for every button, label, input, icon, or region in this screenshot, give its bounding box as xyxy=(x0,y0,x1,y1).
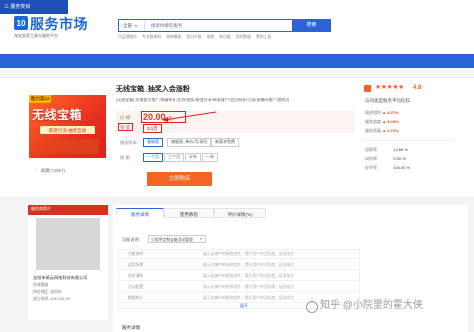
product-description: [无线宝箱] 店铺首页推广/收藏有礼/签到/抽奖/裂变分享/新老客户/会员粉丝/… xyxy=(116,98,290,102)
stat-row: 退款率: 12.66 % xyxy=(365,147,408,152)
price-label: 价 格: xyxy=(120,115,132,120)
sales-label-highlight-box xyxy=(118,123,133,131)
favorite-label: 收藏(72067) xyxy=(40,168,65,173)
logo-icon[interactable]: 10 xyxy=(14,16,28,30)
rating-row: 服务质量 ▲ 2.72% xyxy=(365,128,399,133)
table-row: 适用场景 展示店铺中的装修组件，提升用户的活跃度，促进成交 xyxy=(118,260,360,270)
buy-now-button[interactable]: 立即购买 xyxy=(147,172,212,186)
nav-item-photography[interactable]: 摄影市场 xyxy=(298,0,318,14)
shop-contact-link[interactable]: 在线客服 xyxy=(33,283,48,288)
shop-founded: 成立时间: 2012-09-09 xyxy=(33,297,70,301)
nav-item-categories[interactable]: 三 服务类目 xyxy=(0,0,68,14)
shop-region: 所在地区: 金阳市 xyxy=(33,290,62,294)
feature-select[interactable]: 小程序定制宝箱活动管理 xyxy=(148,235,206,243)
table-row: 短信通知 展示店铺中的装修组件，提升用户的活跃度，促进成交 xyxy=(118,271,360,281)
nav-item-short-video[interactable]: 短视频服务 xyxy=(170,0,195,14)
tab-service-detail[interactable]: 服务详情 xyxy=(116,208,164,218)
period-option[interactable]: 一年 xyxy=(202,153,218,162)
rating-note: 与同类型服务平均比较 xyxy=(365,98,410,103)
nav-item-customer-service[interactable]: 客服外包 xyxy=(260,0,280,14)
rating-score: 4.8 xyxy=(413,85,422,91)
nav-item-ip[interactable]: 知识产权 xyxy=(372,0,392,14)
product-image-title: 无线宝箱 xyxy=(32,108,83,122)
hot-word[interactable]: 代运营服务 xyxy=(118,35,137,39)
product-title: 无线宝箱_抽奖入会涨粉 xyxy=(116,86,190,93)
rating-row: 服务态度 ▲ 3.49% xyxy=(365,119,399,124)
product-image-preview xyxy=(36,139,99,154)
watermark: 知乎 @小院里的霍大侠 xyxy=(320,300,423,311)
hot-word[interactable]: 电商 xyxy=(207,35,215,39)
hot-search-words: 代运营服务 专业版带机 装修模板 会员升级 电商 新功能 实时数据 营销工具 xyxy=(118,35,275,40)
stat-row: 纠纷率: 0.00 % xyxy=(365,156,406,161)
hot-word[interactable]: 实时数据 xyxy=(236,35,251,39)
favorite-button[interactable]: ♡ 收藏(72067) xyxy=(34,168,65,174)
breadcrumb-bar xyxy=(0,68,474,78)
heart-icon: ♡ xyxy=(34,168,39,174)
shop-name[interactable]: 金阳市易云网络科技有限公司 xyxy=(33,275,87,280)
chevron-down-icon xyxy=(200,238,202,240)
product-image-tag: 裂变引流 抽奖互动 xyxy=(40,126,95,134)
shop-image xyxy=(36,218,100,270)
sales-value: 3.1万 xyxy=(143,124,162,134)
period-option[interactable]: 一个月 xyxy=(143,153,163,162)
version-label: 服务版本: xyxy=(120,140,138,145)
tab-tutorial[interactable]: 使用教程 xyxy=(164,208,214,218)
nav-item-operation[interactable]: 代运营 xyxy=(92,0,107,14)
nav-item-mini-program[interactable]: 购物小程序 xyxy=(218,0,243,14)
shop-card-title: 服务商简介 xyxy=(31,206,51,211)
version-option[interactable]: 新版本免费 xyxy=(211,138,239,147)
section-heading: 服务详情 xyxy=(122,325,140,330)
period-label: 周 期: xyxy=(120,155,131,160)
logo-badge: 10 xyxy=(17,19,26,28)
version-option[interactable]: 基础版 xyxy=(143,138,163,147)
hot-word[interactable]: 装修模板 xyxy=(166,35,181,39)
period-option[interactable]: 三个月 xyxy=(164,153,184,162)
period-option[interactable]: 半年 xyxy=(185,153,201,162)
version-option[interactable]: 旗舰版_单价/月/双旺 xyxy=(167,138,212,147)
expand-link[interactable]: 展开 xyxy=(240,303,248,309)
logo-subtitle: 淘宝卖家工具与服务平台 xyxy=(14,33,58,38)
search-button[interactable]: 搜索 xyxy=(292,19,331,32)
chevron-down-icon xyxy=(135,24,137,27)
watermark-icon xyxy=(306,301,318,313)
divider xyxy=(362,140,455,141)
promo-badge: 助力双12 xyxy=(29,95,51,103)
filter-label: 功能说明: xyxy=(122,237,140,242)
logo-text[interactable]: 服务市场 xyxy=(30,16,88,33)
hot-word[interactable]: 专业版带机 xyxy=(142,35,161,39)
hot-word[interactable]: 新功能 xyxy=(219,35,230,39)
table-row: 功能说明 展示店铺中的装修组件，提升用户的活跃度，促进成交 xyxy=(118,249,360,259)
search-category-select[interactable]: 全部 xyxy=(119,20,145,31)
tab-reviews[interactable]: 评价详情(%) xyxy=(214,208,266,218)
nav-item-design[interactable]: 装修设计 xyxy=(336,0,356,14)
table-row: 活动配置 展示店铺中的装修组件，提升用户的活跃度，促进成交 xyxy=(118,282,360,292)
main-nav xyxy=(0,54,474,68)
nav-item-marketing[interactable]: 营销推广 xyxy=(133,0,153,14)
shop-logo-icon xyxy=(364,85,371,92)
stat-row: 好评率: 100.00 % xyxy=(365,165,411,170)
hot-word[interactable]: 会员升级 xyxy=(186,35,201,39)
hot-word[interactable]: 营销工具 xyxy=(256,35,271,39)
search-input[interactable] xyxy=(149,20,309,31)
rating-stars: ★★★★★ xyxy=(375,84,404,91)
rating-row: 描述相符 ▲ 4.27% xyxy=(365,110,399,115)
annotation-arrow-icon xyxy=(162,111,217,122)
